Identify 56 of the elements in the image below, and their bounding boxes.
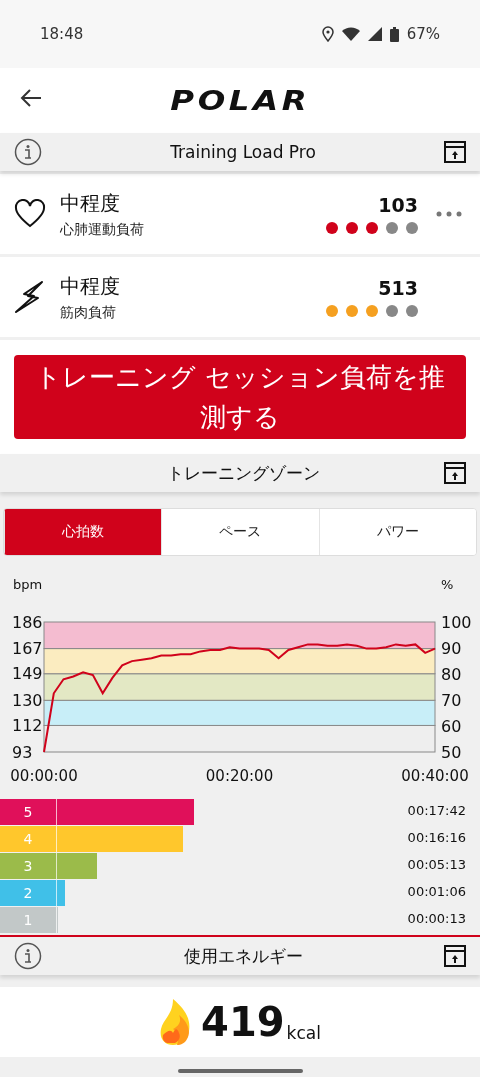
load-label: 筋肉負荷	[60, 303, 117, 322]
section-title: 使用エネルギー	[182, 944, 304, 968]
more-icon	[436, 211, 462, 217]
zone-time: 00:16:16	[407, 830, 466, 845]
zone-time: 00:01:06	[407, 884, 466, 899]
export-icon[interactable]	[444, 141, 466, 163]
tab[interactable]: パワー	[318, 509, 476, 555]
load-value: 103	[378, 194, 418, 216]
tick-label: 100	[441, 612, 472, 632]
load-label: 心肺運動負荷	[60, 220, 145, 239]
tick-label: 70	[441, 690, 462, 710]
brand-logo: POLAR	[170, 85, 310, 116]
section-title: Training Load Pro	[169, 142, 317, 162]
location-icon	[321, 26, 334, 42]
load-level: 中程度	[60, 272, 121, 300]
zone-number: 1	[0, 906, 57, 933]
export-icon[interactable]	[444, 945, 466, 967]
tick-label: 149	[12, 664, 43, 684]
info-icon[interactable]	[14, 942, 42, 970]
lightning-icon	[14, 280, 46, 314]
tick-label: 112	[12, 715, 43, 735]
export-icon[interactable]	[444, 462, 466, 484]
signal-icon	[367, 27, 382, 41]
tick-label: 93	[12, 742, 33, 762]
tick-label: 00:20:00	[205, 767, 274, 785]
zone-time: 00:05:13	[407, 857, 466, 872]
battery-level: 67%	[406, 25, 440, 43]
zone-number: 4	[0, 825, 57, 852]
estimate-load-button[interactable]: トレーニング セッション負荷を推測する	[14, 355, 466, 439]
tick-label: 50	[441, 742, 462, 762]
clock: 18:48	[40, 25, 85, 43]
battery-icon	[389, 26, 399, 42]
tick-label: 130	[12, 690, 43, 710]
wifi-icon	[341, 27, 360, 41]
zone-number: 5	[0, 798, 57, 825]
tick-label: 60	[441, 716, 462, 736]
tab[interactable]: 心拍数	[4, 509, 162, 555]
energy-value: 419	[201, 999, 285, 1045]
zone-time: 00:00:13	[407, 911, 466, 926]
zone-number: 3	[0, 852, 57, 879]
zone-time: 00:17:42	[407, 803, 466, 818]
load-level: 中程度	[60, 189, 121, 217]
tick-label: 186	[12, 612, 43, 632]
tick-label: 80	[441, 664, 462, 684]
axis-unit: bpm	[13, 577, 43, 592]
info-icon[interactable]	[14, 138, 42, 166]
heart-icon	[14, 199, 46, 229]
axis-unit: %	[441, 577, 454, 592]
zone-number: 2	[0, 879, 57, 906]
tick-label: 00:40:00	[401, 767, 469, 785]
energy-unit: kcal	[286, 1023, 321, 1043]
load-value: 513	[378, 277, 418, 299]
tick-label: 00:00:00	[10, 767, 78, 785]
tick-label: 90	[441, 638, 462, 658]
tick-label: 167	[12, 639, 43, 659]
section-title: トレーニングゾーン	[165, 461, 321, 485]
